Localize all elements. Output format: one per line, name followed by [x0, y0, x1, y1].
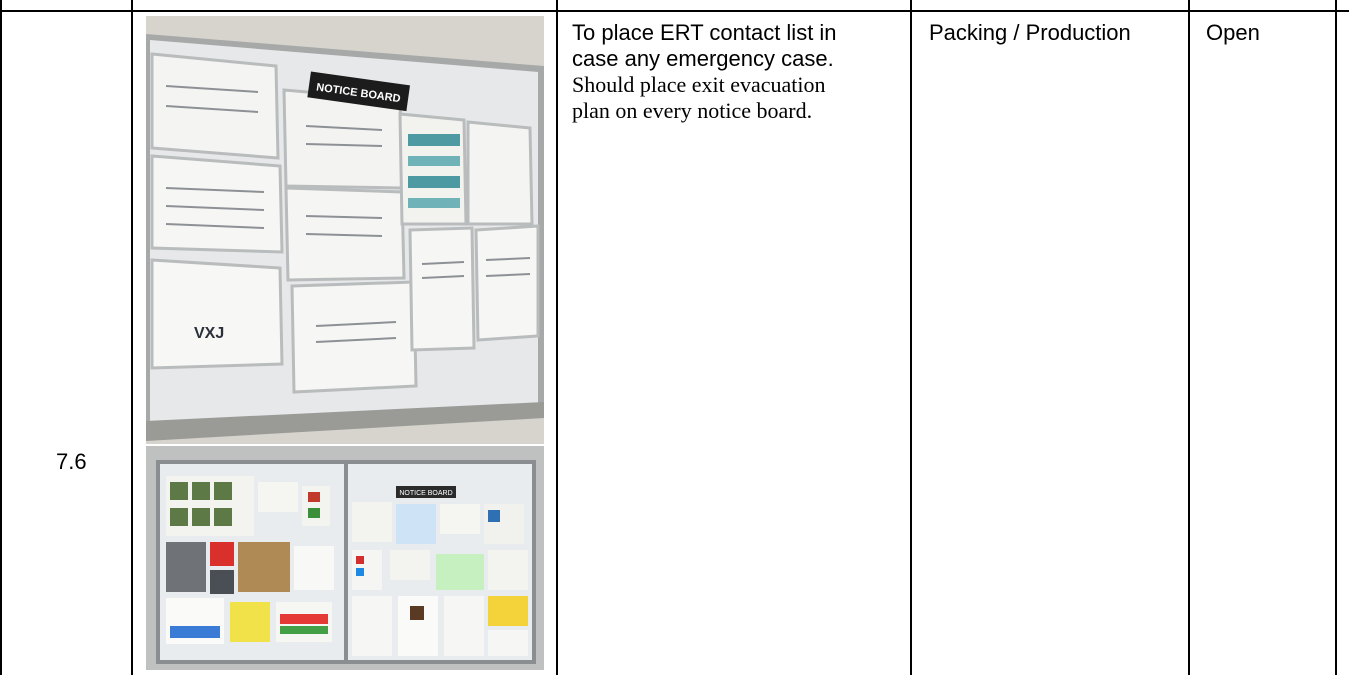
- finding-line-2: case any emergency case.: [572, 46, 834, 71]
- column-divider: [131, 0, 133, 675]
- column-divider: [1335, 0, 1337, 675]
- column-divider: [1188, 0, 1190, 675]
- column-divider: [0, 0, 2, 675]
- finding-line-3: Should place exit evacuation: [572, 72, 826, 97]
- department-cell: Packing / Production: [929, 20, 1131, 45]
- findings-table: 7.6 NOTICE BOARD VXJ NOTICE BOARD To pla…: [0, 0, 1349, 675]
- table-top-border: [0, 10, 1349, 12]
- row-number: 7.6: [56, 449, 87, 474]
- notice-board-sign-small: NOTICE BOARD: [399, 490, 452, 497]
- status-cell: Open: [1206, 20, 1260, 45]
- certificate-logo: VXJ: [194, 325, 224, 342]
- notice-board-photo-bottom: NOTICE BOARD: [146, 446, 544, 670]
- notice-board-photo-top: NOTICE BOARD VXJ: [146, 16, 544, 444]
- finding-line-4: plan on every notice board.: [572, 98, 813, 123]
- finding-line-1: To place ERT contact list in: [572, 20, 837, 45]
- column-divider: [910, 0, 912, 675]
- column-divider: [556, 0, 558, 675]
